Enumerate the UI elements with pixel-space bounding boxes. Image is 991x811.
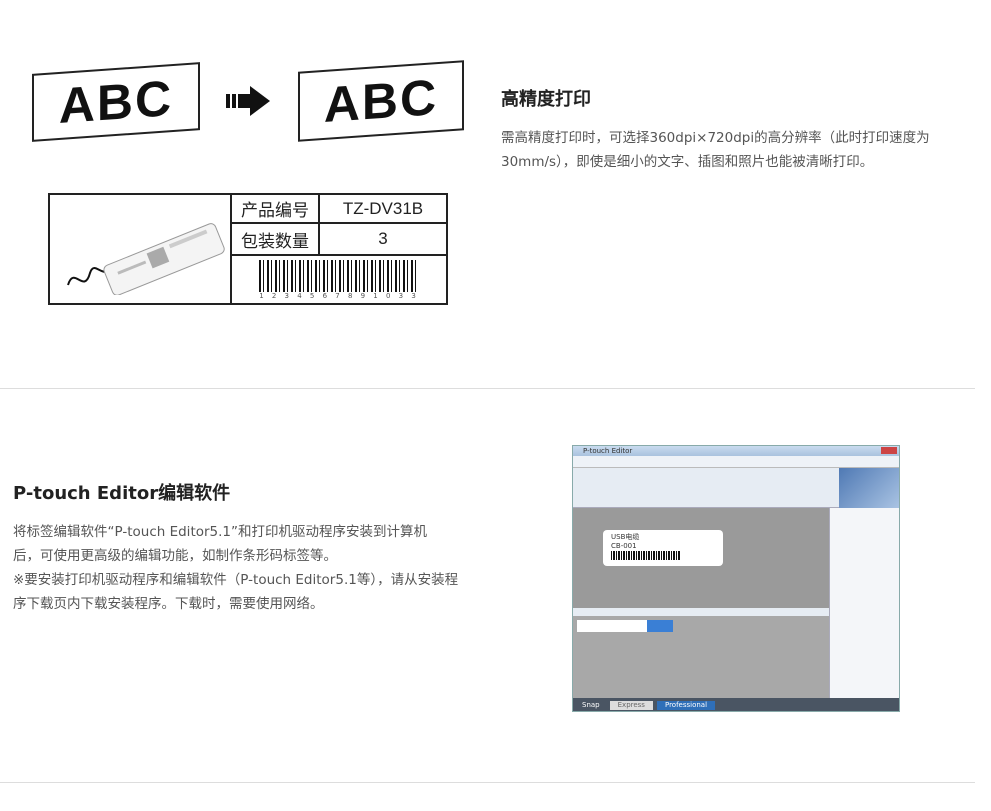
- menu-bar: [573, 456, 899, 468]
- database-pane: [573, 608, 829, 698]
- banner-graphic: [839, 468, 899, 508]
- battery-image: [60, 215, 230, 296]
- close-icon: [881, 447, 897, 454]
- paragraph-line: 30mm/s），即使是细小的文字、插图和照片也能被清晰打印。: [501, 154, 874, 170]
- paragraph-line: 将标签编辑软件“P-touch Editor5.1”和打印机驱动程序安装到计算机: [13, 524, 428, 540]
- section-title-high-precision: 高精度打印: [501, 89, 591, 110]
- layout-canvas: USB电缆 CB-001: [573, 508, 829, 608]
- barcode: 1 2 3 4 5 6 7 8 9 1 0 3 3: [230, 256, 446, 303]
- paragraph-line: 后，可使用更高级的编辑功能，如制作条形码标签等。: [13, 548, 337, 564]
- toolbar-panels: [573, 468, 899, 508]
- banner-text: ABC: [58, 70, 174, 134]
- section-title-ptouch-editor: P-touch Editor编辑软件: [13, 483, 231, 504]
- package-qty-value: 3: [318, 224, 446, 256]
- sample-label-table: 产品编号 TZ-DV31B 包装数量 3 1 2 3 4 5 6 7 8 9 1…: [48, 193, 448, 305]
- banner-low-resolution: ABC: [32, 62, 200, 142]
- paragraph-line: 需高精度打印时，可选择360dpi×720dpi的高分辨率（此时打印速度为: [501, 130, 930, 146]
- tab-professional[interactable]: Professional: [656, 701, 716, 710]
- ptouch-editor-screenshot: P-touch Editor USB电缆 CB-001 Snap Express…: [572, 445, 900, 712]
- product-code-label: 产品编号: [230, 195, 318, 224]
- tab-snap[interactable]: Snap: [576, 701, 606, 710]
- barcode-digits: 1 2 3 4 5 6 7 8 9 1 0 3 3: [259, 291, 419, 300]
- label-text-line2: CB-001: [611, 542, 637, 550]
- label-barcode: [611, 551, 681, 560]
- section-description-high-precision: 需高精度打印时，可选择360dpi×720dpi的高分辨率（此时打印速度为 30…: [501, 126, 961, 174]
- section-divider: [0, 388, 975, 389]
- paragraph-line: ※要安装打印机驱动程序和编辑软件（P-touch Editor5.1等），请从安…: [13, 572, 459, 588]
- mode-tabs: Snap Express Professional: [573, 698, 899, 711]
- label-text-line1: USB电缆: [611, 533, 640, 541]
- barcode-bars: [259, 259, 419, 292]
- banner-high-resolution: ABC: [298, 60, 464, 142]
- arrow-right-icon: [226, 86, 272, 116]
- product-code-value: TZ-DV31B: [318, 195, 446, 224]
- section-divider: [0, 782, 975, 783]
- insert-panel: [829, 508, 899, 698]
- banner-text: ABC: [323, 69, 439, 133]
- database-selection: [647, 620, 673, 632]
- label-preview: USB电缆 CB-001: [603, 530, 723, 566]
- package-qty-label: 包装数量: [230, 224, 318, 256]
- paragraph-line: 序下载页内下载安装程序。下载时，需要使用网络。: [13, 596, 324, 612]
- window-title: P-touch Editor: [583, 447, 633, 455]
- section-description-ptouch-editor: 将标签编辑软件“P-touch Editor5.1”和打印机驱动程序安装到计算机…: [13, 520, 483, 616]
- tab-express[interactable]: Express: [609, 701, 653, 710]
- window-titlebar: P-touch Editor: [573, 446, 899, 456]
- database-table: [577, 620, 647, 632]
